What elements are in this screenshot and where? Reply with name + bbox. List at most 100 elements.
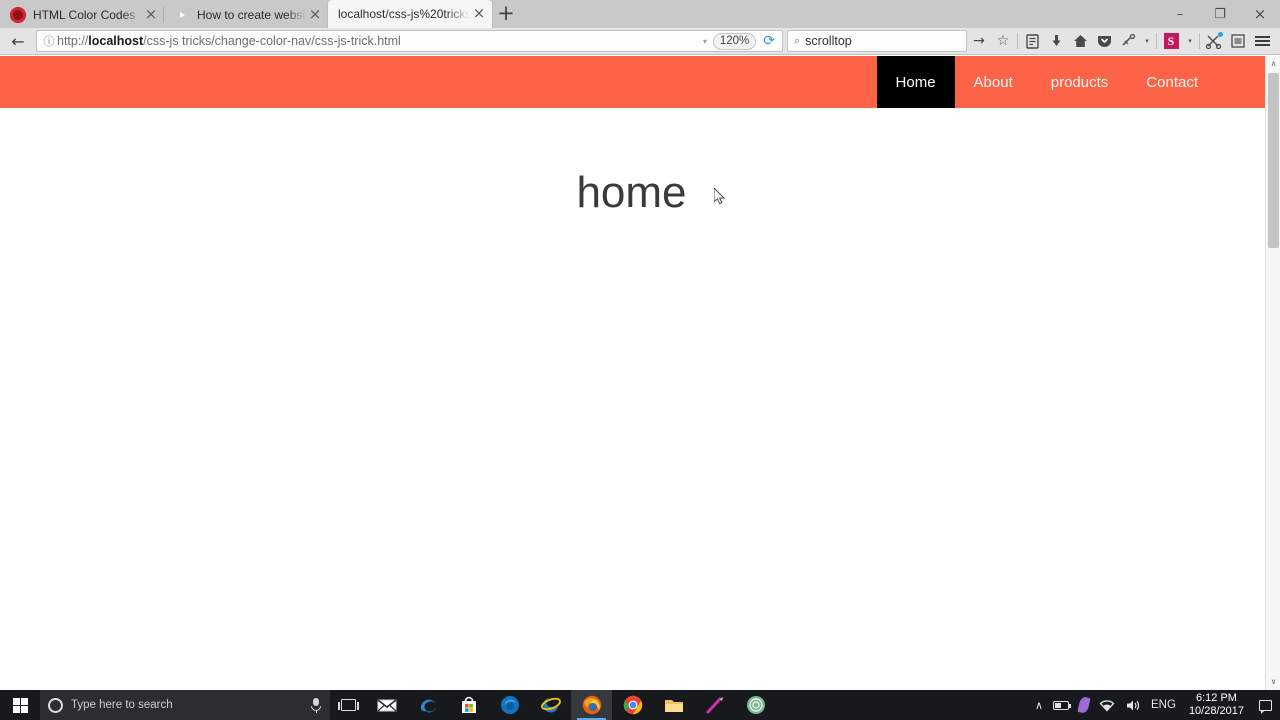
mail-icon bbox=[376, 694, 398, 716]
taskbar-app-internet-explorer[interactable] bbox=[530, 690, 571, 720]
cortana-icon bbox=[48, 697, 63, 713]
file-explorer-icon bbox=[663, 694, 685, 716]
browser-tab-youtube-video[interactable]: How to create website layo × bbox=[163, 2, 328, 28]
toolbar-divider bbox=[1199, 33, 1200, 49]
nav-item-products[interactable]: products bbox=[1032, 56, 1128, 108]
screen: HTML Color Codes × How to create website… bbox=[0, 0, 1280, 720]
notification-dot bbox=[1218, 32, 1223, 37]
seoquake-badge-label: S bbox=[1163, 33, 1179, 49]
screenshot-scissors-icon[interactable] bbox=[1202, 29, 1226, 53]
toolbar-divider bbox=[1017, 33, 1018, 49]
reader-frame-icon[interactable] bbox=[1226, 29, 1250, 53]
chrome-icon bbox=[622, 694, 644, 716]
taskbar-app-edge[interactable] bbox=[407, 690, 448, 720]
close-icon[interactable]: × bbox=[470, 5, 488, 23]
firefox-developer-icon bbox=[499, 694, 521, 716]
clock-date: 10/28/2017 bbox=[1188, 705, 1244, 717]
taskbar-app-chrome[interactable] bbox=[612, 690, 653, 720]
pocket-icon[interactable] bbox=[1092, 29, 1116, 53]
taskbar-app-microsoft-store[interactable] bbox=[448, 690, 489, 720]
chevron-down-icon[interactable]: ▾ bbox=[1140, 37, 1154, 45]
scrollbar-thumb[interactable] bbox=[1268, 73, 1279, 248]
page-heading-text: home bbox=[576, 168, 687, 217]
browser-tab-html-color-codes[interactable]: HTML Color Codes × bbox=[0, 2, 164, 28]
menu-icon[interactable] bbox=[1250, 29, 1274, 53]
toolbar-divider bbox=[1156, 33, 1157, 49]
zoom-level-badge[interactable]: 120% bbox=[712, 32, 757, 50]
search-icon: ⌕ bbox=[794, 34, 801, 47]
minimize-icon[interactable]: – bbox=[1160, 0, 1200, 28]
onenote-feather-icon[interactable] bbox=[1074, 690, 1094, 720]
chevron-down-icon[interactable]: ▾ bbox=[1183, 37, 1197, 45]
task-view-icon bbox=[337, 699, 359, 711]
browser-navigation-toolbar: ← ⓘ http://localhost/css-js tricks/chang… bbox=[0, 28, 1280, 55]
taskbar-app-firefox-developer[interactable] bbox=[489, 690, 530, 720]
tab-title: localhost/css-js%20tricks/chang bbox=[338, 7, 470, 21]
search-bar[interactable]: ⌕ scrolltop bbox=[787, 30, 967, 52]
windows-taskbar: Type here to search ∧ ENG 6:12 PM 10/28/… bbox=[0, 690, 1280, 720]
go-arrow-icon[interactable]: → bbox=[967, 29, 991, 53]
windows-logo-icon bbox=[12, 697, 28, 713]
window-controls: – ❐ × bbox=[1160, 0, 1280, 28]
tab-title: How to create website layo bbox=[197, 8, 306, 22]
page-heading: home bbox=[0, 168, 1265, 218]
nav-item-home[interactable]: Home bbox=[876, 56, 955, 108]
home-icon[interactable] bbox=[1068, 29, 1092, 53]
page-viewport: Home About products Contact home bbox=[0, 56, 1280, 690]
close-icon[interactable]: × bbox=[306, 6, 324, 24]
firefox-icon bbox=[581, 694, 603, 716]
chevron-down-icon[interactable]: ▾ bbox=[697, 37, 713, 46]
address-bar[interactable]: ⓘ http://localhost/css-js tricks/change-… bbox=[36, 30, 783, 52]
page-scrollbar[interactable]: ∧ ∨ bbox=[1265, 56, 1280, 690]
taskbar-app-green-app[interactable] bbox=[735, 690, 776, 720]
task-view-button[interactable] bbox=[330, 690, 366, 720]
edge-icon bbox=[417, 694, 439, 716]
taskbar-app-firefox[interactable] bbox=[571, 690, 612, 720]
nav-item-about[interactable]: About bbox=[955, 56, 1032, 108]
pen-tool-icon bbox=[704, 694, 726, 716]
reload-icon[interactable]: ⟳ bbox=[760, 33, 778, 49]
taskbar-app-mail[interactable] bbox=[366, 690, 407, 720]
seoquake-icon[interactable]: S bbox=[1159, 29, 1183, 53]
site-info-icon[interactable]: ⓘ bbox=[41, 33, 57, 49]
maximize-icon[interactable]: ❐ bbox=[1200, 0, 1240, 28]
url-path: /css-js tricks/change-color-nav/css-js-t… bbox=[143, 34, 401, 48]
search-input[interactable]: scrolltop bbox=[805, 34, 852, 48]
site-nav-list: Home About products Contact bbox=[876, 56, 1217, 108]
notification-center-button[interactable] bbox=[1252, 690, 1278, 720]
addon-tool-icon[interactable] bbox=[1116, 29, 1140, 53]
youtube-icon bbox=[174, 7, 190, 23]
url-text: http://localhost/css-js tricks/change-co… bbox=[57, 34, 697, 48]
taskbar-search-input[interactable]: Type here to search bbox=[71, 699, 302, 711]
battery-icon[interactable] bbox=[1048, 690, 1074, 720]
start-button[interactable] bbox=[0, 690, 40, 720]
volume-icon[interactable] bbox=[1120, 690, 1146, 720]
nav-item-contact[interactable]: Contact bbox=[1127, 56, 1217, 108]
microphone-icon[interactable] bbox=[310, 697, 322, 713]
close-icon[interactable]: × bbox=[142, 6, 160, 24]
tray-overflow-icon[interactable]: ∧ bbox=[1030, 690, 1048, 720]
back-icon[interactable]: ← bbox=[6, 29, 30, 53]
language-indicator[interactable]: ENG bbox=[1146, 690, 1181, 720]
clock-time: 6:12 PM bbox=[1195, 692, 1237, 704]
hamburger-glyph bbox=[1254, 36, 1270, 46]
taskbar-search-box[interactable]: Type here to search bbox=[40, 690, 330, 720]
system-tray: ∧ ENG 6:12 PM 10/28/2017 bbox=[1030, 690, 1280, 720]
taskbar-clock[interactable]: 6:12 PM 10/28/2017 bbox=[1181, 690, 1252, 720]
scroll-up-icon[interactable]: ∧ bbox=[1266, 56, 1280, 72]
taskbar-app-pen-tool[interactable] bbox=[694, 690, 735, 720]
scroll-down-icon[interactable]: ∨ bbox=[1266, 674, 1280, 690]
download-icon[interactable] bbox=[1044, 29, 1068, 53]
url-prefix: http:// bbox=[57, 34, 89, 48]
browser-tab-localhost-active[interactable]: localhost/css-js%20tricks/chang × bbox=[328, 0, 492, 28]
internet-explorer-icon bbox=[540, 694, 562, 716]
close-window-icon[interactable]: × bbox=[1240, 0, 1280, 28]
bookmark-star-icon[interactable]: ☆ bbox=[991, 29, 1015, 53]
browser-tab-strip: HTML Color Codes × How to create website… bbox=[0, 0, 1280, 28]
taskbar-app-file-explorer[interactable] bbox=[653, 690, 694, 720]
color-codes-icon bbox=[10, 7, 26, 23]
library-icon[interactable] bbox=[1020, 29, 1044, 53]
notification-icon bbox=[1258, 699, 1272, 714]
new-tab-button[interactable]: + bbox=[492, 0, 520, 28]
wifi-icon[interactable] bbox=[1094, 690, 1120, 720]
